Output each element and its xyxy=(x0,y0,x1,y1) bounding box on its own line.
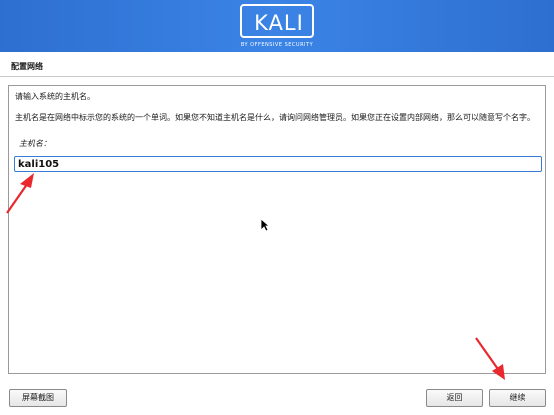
title-divider xyxy=(0,76,554,77)
hostname-input[interactable] xyxy=(14,156,542,172)
logo-frame: KALI xyxy=(240,4,314,38)
page-title: 配置网络 xyxy=(11,62,43,71)
mouse-cursor-icon xyxy=(260,218,270,232)
logo-tagline: BY OFFENSIVE SECURITY xyxy=(240,42,314,48)
back-button[interactable]: 返回 xyxy=(426,389,483,407)
kali-logo: KALI BY OFFENSIVE SECURITY xyxy=(234,3,320,50)
logo-text: KALI xyxy=(254,11,304,35)
continue-button[interactable]: 继续 xyxy=(489,389,546,407)
content-panel: 请输入系统的主机名。 主机名是在网络中标示您的系统的一个单词。如果您不知道主机名… xyxy=(8,85,546,374)
screenshot-button[interactable]: 屏幕截图 xyxy=(9,389,67,407)
header-banner: KALI BY OFFENSIVE SECURITY xyxy=(0,0,554,52)
hostname-label: 主机名： xyxy=(19,139,51,148)
hostname-prompt: 请输入系统的主机名。 xyxy=(15,92,95,101)
hostname-description: 主机名是在网络中标示您的系统的一个单词。如果您不知道主机名是什么，请询问网络管理… xyxy=(15,113,535,122)
